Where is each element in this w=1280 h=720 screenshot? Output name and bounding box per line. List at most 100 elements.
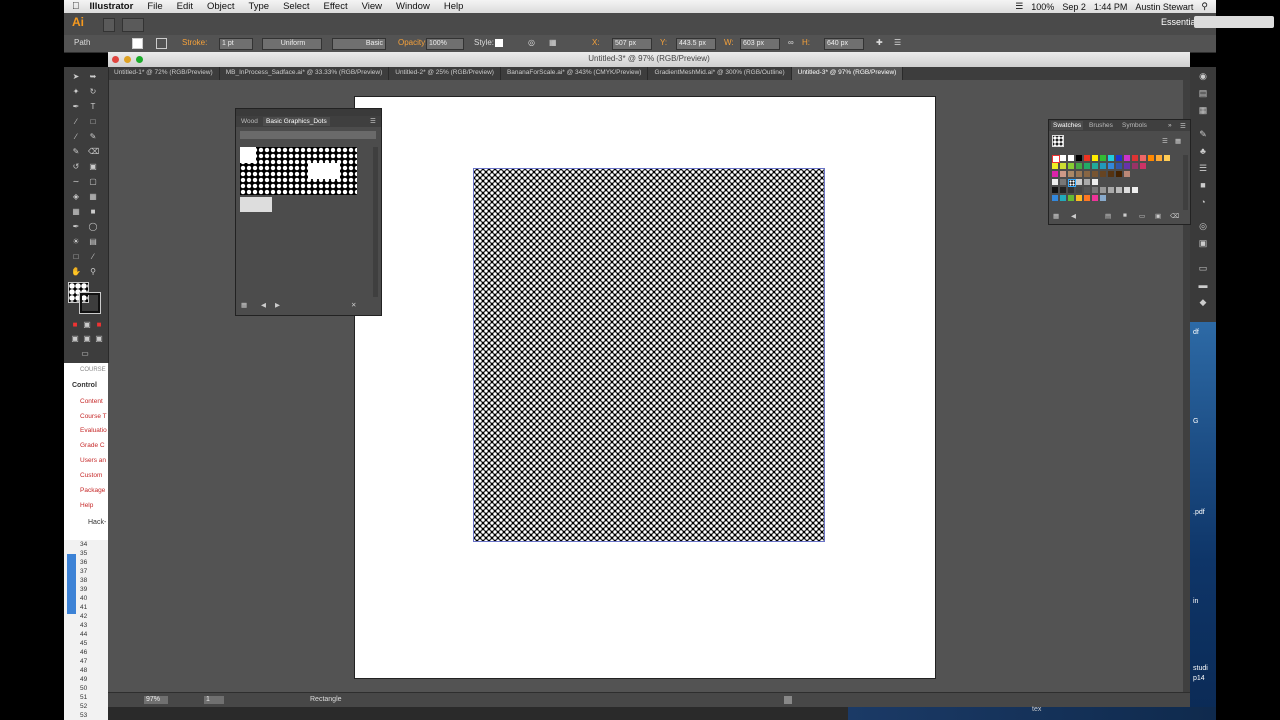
list-view-icon[interactable]: ☰: [1162, 137, 1168, 145]
panel-drag-bar[interactable]: [236, 109, 381, 116]
shape-builder-tool-icon[interactable]: ◈: [71, 192, 81, 201]
brushes-panel-icon[interactable]: ✎: [1198, 129, 1208, 139]
swatch-umber[interactable]: [1092, 171, 1098, 177]
zoom-field[interactable]: 97%: [144, 696, 168, 704]
none-icon[interactable]: ■: [94, 320, 104, 329]
tab-brushes[interactable]: Brushes: [1089, 122, 1113, 129]
rotate-tool-icon[interactable]: ↺: [71, 162, 81, 171]
menu-file[interactable]: File: [147, 1, 162, 12]
appearance-panel-icon[interactable]: ◎: [1198, 221, 1208, 231]
column-graph-tool-icon[interactable]: ▤: [88, 237, 98, 246]
swatch-navy[interactable]: [1116, 163, 1122, 169]
layers-panel-icon[interactable]: ▭: [1198, 263, 1208, 273]
tab-gradient-mesh[interactable]: GradientMeshMid.ai* @ 300% (RGB/Outline): [648, 67, 792, 80]
swatch-lime[interactable]: [1060, 163, 1066, 169]
swatch-gray-40[interactable]: [1100, 187, 1106, 193]
swatch-cyan[interactable]: [1108, 155, 1114, 161]
swatch-magenta[interactable]: [1124, 155, 1130, 161]
align-icon[interactable]: ▦: [549, 38, 557, 47]
swatch-emerald[interactable]: [1084, 163, 1090, 169]
graphic-style-swatch[interactable]: [240, 147, 256, 163]
panel-search-input[interactable]: [240, 131, 376, 139]
swatch-blue[interactable]: [1116, 155, 1122, 161]
swatch-chocolate[interactable]: [1108, 171, 1114, 177]
opacity-field[interactable]: 100%: [426, 38, 464, 50]
link-proportions-icon[interactable]: ∞: [788, 38, 794, 47]
nav-help[interactable]: Help: [80, 502, 93, 509]
nav-grade-center[interactable]: Grade C: [80, 442, 105, 449]
dot-pattern-rectangle[interactable]: [473, 168, 825, 542]
swatch-group-pink[interactable]: [1092, 195, 1098, 201]
eyedropper-tool-icon[interactable]: ✒: [71, 222, 81, 231]
menu-date[interactable]: Sep 2: [1062, 2, 1086, 12]
swatch-teal[interactable]: [1092, 163, 1098, 169]
swatch-group-blue[interactable]: [1052, 195, 1058, 201]
gradient-icon[interactable]: ▣: [82, 320, 92, 329]
battery-percent[interactable]: 100%: [1031, 2, 1054, 12]
menu-effect[interactable]: Effect: [323, 1, 347, 12]
tab-sadface[interactable]: MB_InProcess_Sadface.ai* @ 33.33% (RGB/P…: [220, 67, 390, 80]
swatch-khaki[interactable]: [1068, 171, 1074, 177]
panel-scrollbar[interactable]: [373, 147, 378, 297]
swatch-tan[interactable]: [1060, 171, 1066, 177]
mesh-tool-icon[interactable]: ▦: [71, 207, 81, 216]
nav-packages[interactable]: Package: [80, 487, 105, 494]
swatch-cocoa[interactable]: [1084, 171, 1090, 177]
graphic-styles-panel-icon[interactable]: ▣: [1198, 238, 1208, 248]
arrange-documents-button[interactable]: [122, 18, 144, 32]
width-tool-icon[interactable]: ∼: [71, 177, 81, 186]
swatch-gray-60[interactable]: [1084, 187, 1090, 193]
desktop-file-label[interactable]: p14: [1193, 675, 1205, 682]
menu-time[interactable]: 1:44 PM: [1094, 2, 1128, 12]
swatch-group-teal[interactable]: [1060, 195, 1066, 201]
desktop-file-label[interactable]: df: [1193, 329, 1199, 336]
swatch-pattern-2[interactable]: [1076, 179, 1082, 185]
panel-menu-icon[interactable]: ☰: [1180, 122, 1186, 130]
previous-library-icon[interactable]: ◀: [261, 301, 266, 309]
library-menu-icon[interactable]: ▦: [241, 301, 247, 309]
swatch-gray-80[interactable]: [1068, 187, 1074, 193]
swatch-gray-50[interactable]: [1060, 179, 1066, 185]
swatch-registration[interactable]: [1060, 155, 1066, 161]
menu-edit[interactable]: Edit: [177, 1, 193, 12]
line-tool-icon[interactable]: ∕: [71, 117, 81, 126]
tab-wood[interactable]: Wood: [241, 118, 258, 125]
swatch-gray-10[interactable]: [1052, 179, 1058, 185]
transform-icon[interactable]: ✚: [876, 38, 883, 47]
swatch-berry[interactable]: [1140, 163, 1146, 169]
folder-icon[interactable]: ▭: [1139, 212, 1145, 220]
stroke-swatch[interactable]: [156, 38, 167, 49]
desktop-file-label[interactable]: .pdf: [1193, 509, 1205, 516]
menu-view[interactable]: View: [362, 1, 382, 12]
stroke-panel-icon[interactable]: ☰: [1198, 163, 1208, 173]
control-panel-heading[interactable]: Control: [72, 382, 97, 389]
nav-evaluation[interactable]: Evaluatio: [80, 427, 107, 434]
new-swatch-icon[interactable]: ▣: [1155, 212, 1161, 220]
swatch-lemon[interactable]: [1052, 163, 1058, 169]
swatch-gray-90[interactable]: [1060, 187, 1066, 193]
hand-tool-icon[interactable]: ✋: [71, 267, 81, 276]
gradient-tool-icon[interactable]: ■: [88, 207, 98, 216]
lasso-tool-icon[interactable]: ↻: [88, 87, 98, 96]
swatch-gray-30[interactable]: [1108, 187, 1114, 193]
swatch-pattern-3[interactable]: [1084, 179, 1090, 185]
swatch-gray-20[interactable]: [1116, 187, 1122, 193]
swatch-ocean[interactable]: [1100, 163, 1106, 169]
panel-menu-icon[interactable]: ☰: [370, 117, 376, 125]
h-field[interactable]: 640 px: [824, 38, 864, 50]
swatch-rose[interactable]: [1140, 155, 1146, 161]
swatch-none[interactable]: [1052, 155, 1060, 163]
transparency-panel-icon[interactable]: ◔: [1198, 197, 1208, 207]
swatch-sienna[interactable]: [1100, 171, 1106, 177]
swatch-grass[interactable]: [1068, 163, 1074, 169]
menu-window[interactable]: Window: [396, 1, 430, 12]
draw-behind-icon[interactable]: ▣: [82, 334, 92, 343]
perspective-grid-tool-icon[interactable]: ▦: [88, 192, 98, 201]
tab-untitled-2[interactable]: Untitled-2* @ 25% (RGB/Preview): [389, 67, 501, 80]
pen-tool-icon[interactable]: ✒: [71, 102, 81, 111]
color-panel-icon[interactable]: ◉: [1198, 71, 1208, 81]
desktop-file-label[interactable]: tex: [1032, 706, 1041, 713]
menu-type[interactable]: Type: [248, 1, 269, 12]
zoom-tool-icon[interactable]: ⚲: [88, 267, 98, 276]
swatch-purple[interactable]: [1124, 163, 1130, 169]
